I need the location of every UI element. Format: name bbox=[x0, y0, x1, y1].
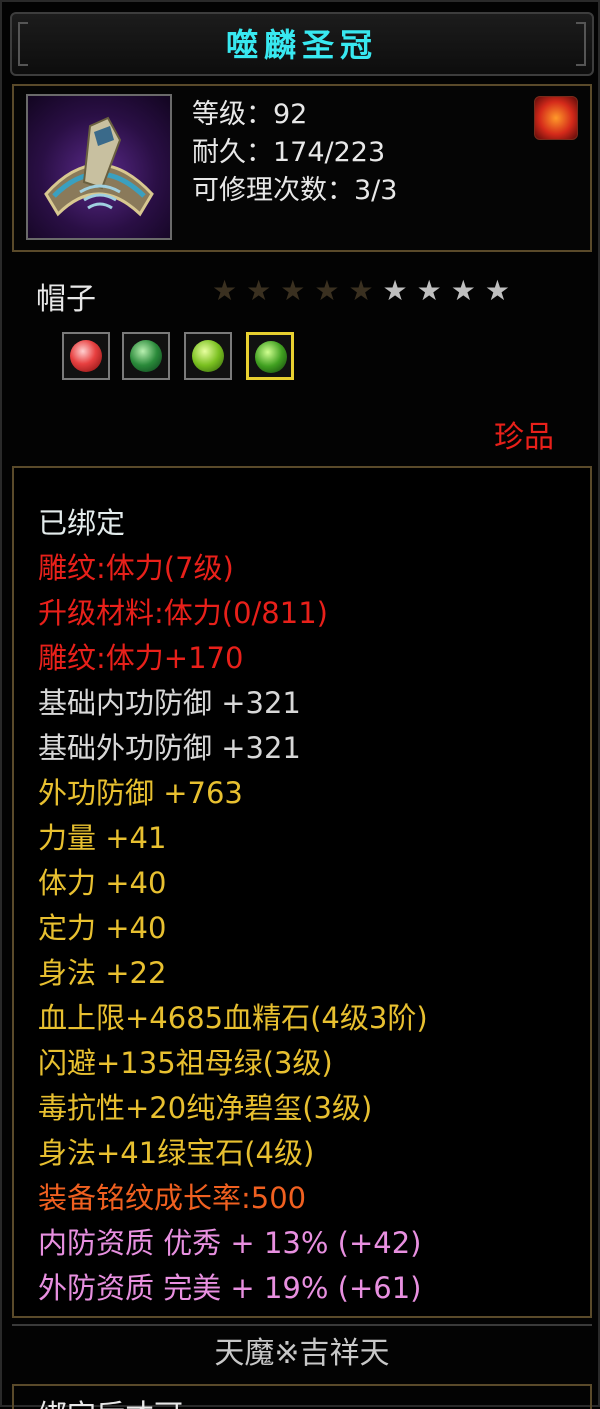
attr-line: 身法+41绿宝石(4级) bbox=[38, 1136, 315, 1170]
attr-line: 基础内功防御 +321 bbox=[38, 686, 301, 720]
attr-line: 雕纹:体力+170 bbox=[38, 641, 244, 675]
level-text: 等级：92 bbox=[192, 99, 308, 130]
title-bar: 噬麟圣冠 bbox=[10, 12, 594, 76]
attr-line: 雕纹:体力(7级) bbox=[38, 551, 234, 585]
peridot-gem-icon bbox=[192, 340, 224, 372]
repair-count-text: 可修理次数：3/3 bbox=[192, 175, 398, 206]
attr-line: 基础外功防御 +321 bbox=[38, 731, 301, 765]
attribute-panel: 已绑定 雕纹:体力(7级) 升级材料:体力(0/811) 雕纹:体力+170 基… bbox=[12, 466, 592, 1318]
star-icon: ★ bbox=[348, 274, 374, 307]
attr-line: 外防资质 完美 + 19% (+61) bbox=[38, 1271, 422, 1305]
attr-line: 血上限+4685血精石(4级3阶) bbox=[38, 1001, 428, 1035]
star-icon: ★ bbox=[382, 274, 408, 307]
ruby-gem-icon bbox=[70, 340, 102, 372]
attr-line: 升级材料:体力(0/811) bbox=[38, 596, 328, 630]
rarity-label: 珍品 bbox=[494, 420, 554, 455]
attr-line: 定力 +40 bbox=[38, 911, 167, 945]
star-icon: ★ bbox=[246, 274, 272, 307]
set-description-text: 绑定后才可... bbox=[38, 1392, 211, 1409]
star-icon: ★ bbox=[484, 274, 510, 307]
emerald-gem-icon bbox=[255, 341, 287, 373]
set-description-panel: 绑定后才可... bbox=[12, 1384, 592, 1409]
item-header: 等级：92 耐久：174/223 可修理次数：3/3 bbox=[12, 84, 592, 252]
set-section: 天魔※吉祥天 bbox=[12, 1324, 592, 1382]
item-tooltip: 噬麟圣冠 等级：92 耐久：174/223 可修理次数：3/3 帽子 ★ ★ ★… bbox=[0, 0, 600, 1409]
star-icon: ★ bbox=[280, 274, 306, 307]
jade-gem-icon bbox=[130, 340, 162, 372]
attr-line: 装备铭纹成长率:500 bbox=[38, 1181, 307, 1215]
durability-text: 耐久：174/223 bbox=[192, 137, 386, 168]
gem-slot-peridot[interactable] bbox=[184, 332, 232, 380]
attr-line: 内防资质 优秀 + 13% (+42) bbox=[38, 1226, 422, 1260]
star-rating: ★ ★ ★ ★ ★ ★ ★ ★ ★ bbox=[212, 274, 510, 308]
attr-line: 已绑定 bbox=[38, 506, 126, 540]
set-name: 天魔※吉祥天 bbox=[214, 1336, 390, 1371]
attr-line: 毒抗性+20纯净碧玺(3级) bbox=[38, 1091, 373, 1125]
star-icon: ★ bbox=[212, 274, 238, 307]
item-type: 帽子 bbox=[36, 282, 96, 317]
attr-line: 身法 +22 bbox=[38, 956, 167, 990]
crown-icon bbox=[26, 94, 172, 240]
gem-slot-emerald[interactable] bbox=[246, 332, 294, 380]
attr-line: 外功防御 +763 bbox=[38, 776, 243, 810]
star-icon: ★ bbox=[416, 274, 442, 307]
star-icon: ★ bbox=[314, 274, 340, 307]
attr-line: 体力 +40 bbox=[38, 866, 167, 900]
gem-slot-ruby[interactable] bbox=[62, 332, 110, 380]
item-title: 噬麟圣冠 bbox=[225, 26, 378, 64]
attr-line: 力量 +41 bbox=[38, 821, 167, 855]
gem-slot-jade[interactable] bbox=[122, 332, 170, 380]
star-icon: ★ bbox=[450, 274, 476, 307]
attr-line: 闪避+135祖母绿(3级) bbox=[38, 1046, 333, 1080]
flame-badge-icon bbox=[534, 96, 578, 140]
